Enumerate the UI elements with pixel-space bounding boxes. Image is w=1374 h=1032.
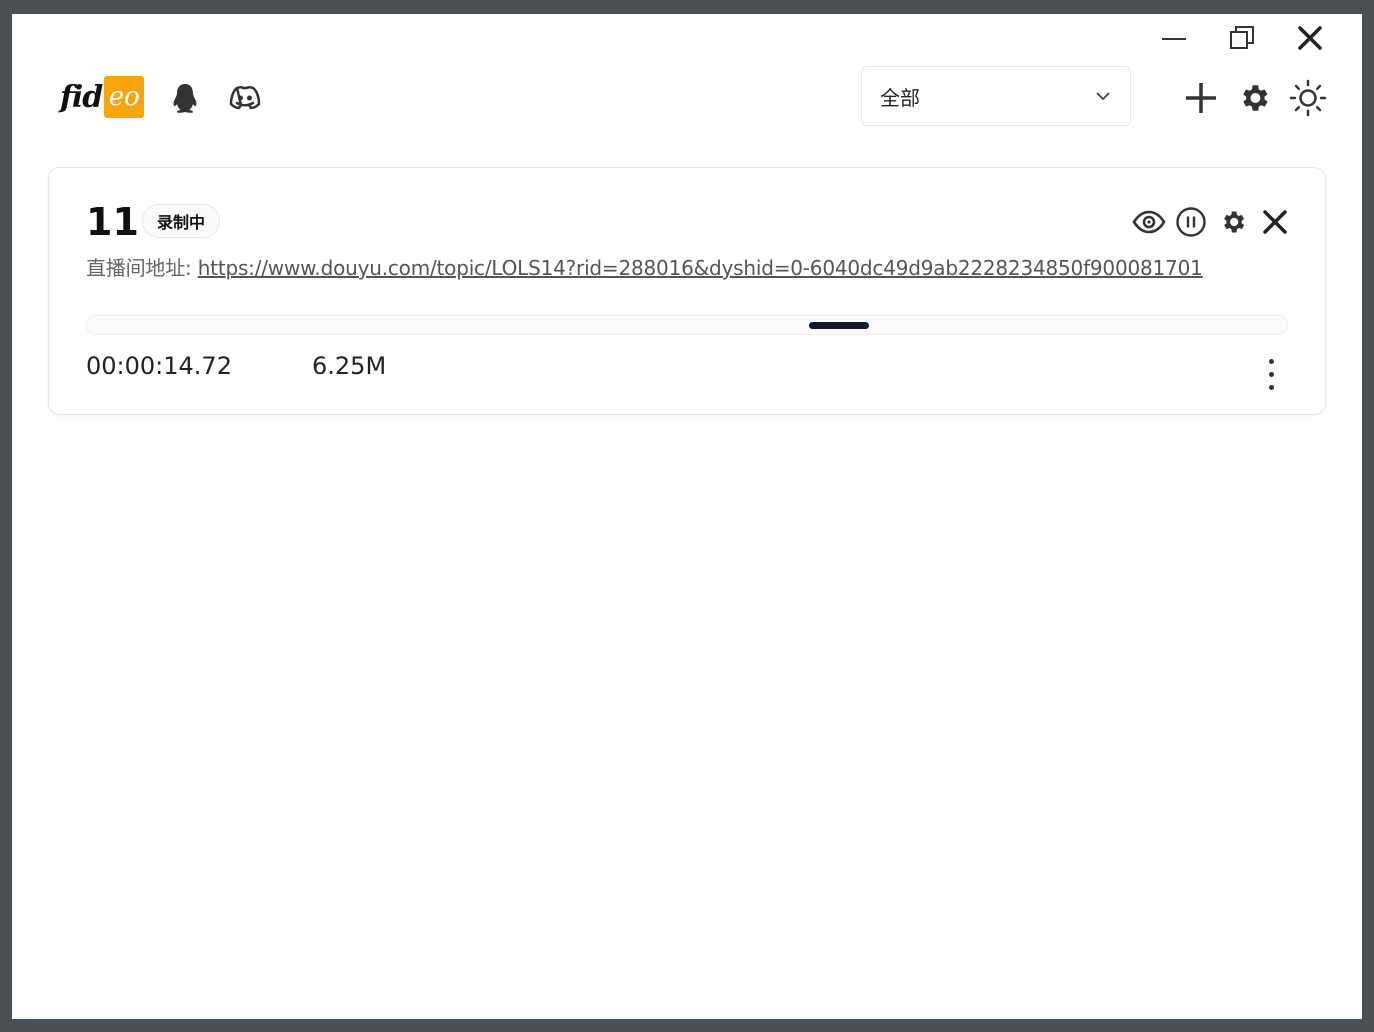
add-task-button[interactable] (1179, 76, 1223, 120)
restore-button[interactable] (1208, 22, 1276, 54)
app-logo: fid eo (60, 76, 145, 118)
stream-url-line: 直播间地址: https://www.douyu.com/topic/LOLS1… (86, 252, 1203, 281)
more-dot (1268, 371, 1274, 377)
gear-icon (1224, 211, 1245, 233)
window-controls (1140, 22, 1344, 54)
minimize-button[interactable] (1140, 22, 1208, 54)
qq-button[interactable] (167, 80, 203, 116)
more-dot (1268, 384, 1274, 390)
discord-button[interactable] (227, 80, 263, 116)
pause-button[interactable] (1173, 204, 1209, 240)
task-settings-button[interactable] (1215, 204, 1251, 240)
window-close-button[interactable] (1276, 22, 1344, 54)
recording-progress-bar (86, 315, 1288, 335)
qq-icon (173, 84, 197, 113)
stream-url-link[interactable]: https://www.douyu.com/topic/LOLS14?rid=2… (198, 256, 1203, 280)
preview-button[interactable] (1131, 204, 1167, 240)
recording-duration: 00:00:14.72 (86, 352, 232, 380)
minimize-icon (1162, 38, 1186, 40)
remove-task-button[interactable] (1257, 204, 1293, 240)
theme-toggle-button[interactable] (1286, 76, 1330, 120)
gear-icon (1243, 85, 1268, 111)
stream-url-label: 直播间地址: (86, 256, 198, 280)
restore-icon (1230, 26, 1254, 49)
app-header: fid eo 全部 (12, 66, 1362, 130)
app-window: fid eo 全部 11 录制中 直播间地址: https://www.douy… (12, 14, 1362, 1019)
discord-icon (229, 86, 261, 110)
plus-icon (1186, 83, 1216, 113)
status-badge: 录制中 (142, 204, 221, 238)
task-actions (1131, 204, 1293, 240)
sun-icon (1289, 79, 1327, 117)
settings-button[interactable] (1232, 76, 1276, 120)
platform-filter-select[interactable]: 全部 (861, 66, 1131, 126)
logo-text-fid: fid (60, 79, 103, 115)
close-icon (1263, 210, 1287, 234)
logo-text-eo: eo (104, 76, 145, 118)
progress-indicator (809, 322, 869, 329)
task-title: 11 (86, 200, 139, 244)
task-card: 11 录制中 直播间地址: https://www.douyu.com/topi… (48, 167, 1326, 415)
more-options-button[interactable] (1253, 354, 1289, 394)
filter-selected-value: 全部 (880, 85, 920, 110)
chevron-down-icon (1096, 92, 1110, 101)
more-dot (1268, 358, 1274, 364)
eye-icon (1132, 210, 1166, 234)
pause-icon (1176, 207, 1206, 237)
close-icon (1298, 26, 1322, 50)
recording-size: 6.25M (312, 352, 387, 380)
